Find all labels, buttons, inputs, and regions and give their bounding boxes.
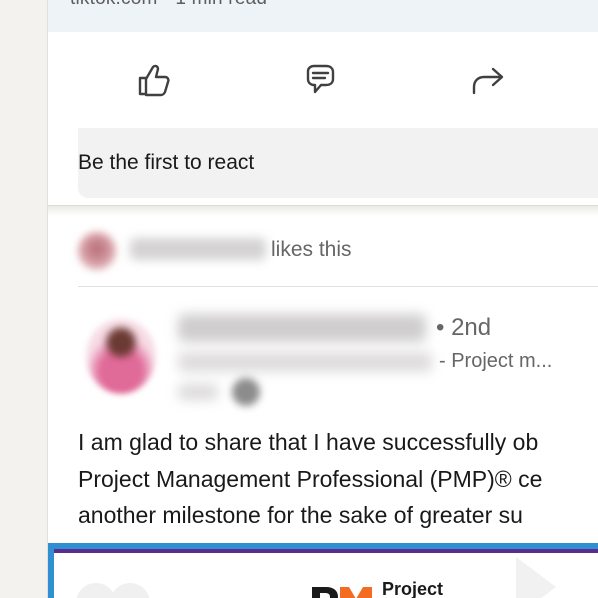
share-icon <box>472 67 504 95</box>
shared-article-meta[interactable]: tiktok.com • 1 min read <box>48 0 598 32</box>
post-text-line: another milestone for the sake of greate… <box>78 502 523 528</box>
comment-button[interactable] <box>298 58 342 102</box>
first-to-react-label: Be the first to react <box>78 151 255 174</box>
meta-separator: • <box>163 0 175 9</box>
author-avatar[interactable] <box>86 318 156 394</box>
likes-this-label: likes this <box>271 238 352 261</box>
connection-name-redacted[interactable] <box>130 238 266 260</box>
post-time-redacted <box>178 384 218 400</box>
like-icon <box>138 64 170 97</box>
post-image-content: Project <box>54 549 598 598</box>
article-source: tiktok.com • 1 min read <box>70 0 267 10</box>
feed: tiktok.com • 1 min read <box>47 0 598 598</box>
author-name-redacted[interactable] <box>178 314 426 342</box>
social-context: likes this <box>78 228 598 272</box>
comment-icon <box>306 64 335 94</box>
decorative-triangle <box>516 557 556 598</box>
card-separator <box>48 205 598 216</box>
connection-degree: • 2nd <box>436 314 492 341</box>
article-read-time: 1 min read <box>175 0 267 9</box>
author-headline: - Project m... <box>439 350 553 372</box>
post-text-line: I am glad to share that I have successfu… <box>78 429 539 455</box>
decorative-circle <box>110 583 150 598</box>
decorative-circle <box>76 583 116 598</box>
context-divider <box>78 286 598 287</box>
social-actions <box>48 32 598 128</box>
post-image[interactable]: Project <box>48 543 598 598</box>
author-headline-redacted <box>178 352 432 372</box>
post-text: I am glad to share that I have successfu… <box>78 424 598 534</box>
share-button[interactable] <box>466 58 510 102</box>
article-domain: tiktok.com <box>70 0 158 9</box>
like-button[interactable] <box>131 58 175 102</box>
pmi-logo-text: Project <box>382 579 444 598</box>
pmi-logo-icon <box>312 587 372 598</box>
globe-icon <box>232 378 260 406</box>
left-gutter <box>0 0 47 598</box>
post-text-line: Project Management Professional (PMP)® c… <box>78 465 543 492</box>
connection-avatar[interactable] <box>78 232 116 270</box>
reactions-bar: Be the first to react <box>78 128 598 198</box>
